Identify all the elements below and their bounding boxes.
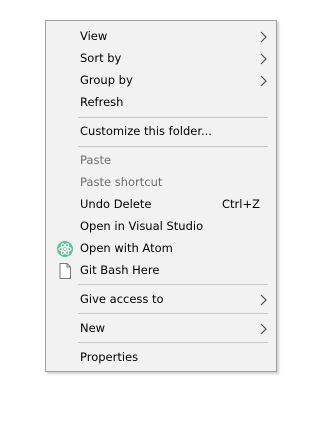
menu-item-label: Customize this folder... bbox=[80, 124, 212, 138]
menu-item-label: Refresh bbox=[80, 95, 124, 109]
menu-item-label: Give access to bbox=[80, 292, 164, 306]
menu-item-group-by[interactable]: Group by bbox=[46, 70, 276, 92]
menu-item-label: View bbox=[80, 29, 108, 43]
document-icon bbox=[59, 263, 71, 279]
menu-separator bbox=[78, 342, 268, 343]
menu-item-sort-by[interactable]: Sort by bbox=[46, 48, 276, 70]
menu-item-open-with-atom[interactable]: Open with Atom bbox=[46, 238, 276, 260]
menu-item-label: Group by bbox=[80, 73, 133, 87]
chevron-right-icon bbox=[260, 31, 267, 43]
menu-item-view[interactable]: View bbox=[46, 26, 276, 48]
menu-item-label: Sort by bbox=[80, 51, 122, 65]
menu-separator bbox=[78, 313, 268, 314]
menu-item-label: Paste bbox=[80, 153, 112, 167]
menu-separator bbox=[78, 117, 268, 118]
menu-item-label: Undo Delete bbox=[80, 197, 152, 211]
atom-icon bbox=[57, 241, 73, 257]
menu-item-open-in-visual-studio[interactable]: Open in Visual Studio bbox=[46, 216, 276, 238]
menu-item-undo-delete[interactable]: Undo Delete Ctrl+Z bbox=[46, 194, 276, 216]
menu-item-label: Paste shortcut bbox=[80, 175, 163, 189]
chevron-right-icon bbox=[260, 294, 267, 306]
chevron-right-icon bbox=[260, 53, 267, 65]
menu-item-label: Open with Atom bbox=[80, 241, 173, 255]
menu-separator bbox=[78, 284, 268, 285]
shortcut-label: Ctrl+Z bbox=[222, 197, 260, 211]
menu-item-refresh[interactable]: Refresh bbox=[46, 92, 276, 114]
chevron-right-icon bbox=[260, 323, 267, 335]
menu-item-properties[interactable]: Properties bbox=[46, 347, 276, 369]
menu-item-paste: Paste bbox=[46, 150, 276, 172]
menu-item-paste-shortcut: Paste shortcut bbox=[46, 172, 276, 194]
menu-item-label: Git Bash Here bbox=[80, 263, 160, 277]
menu-item-label: Open in Visual Studio bbox=[80, 219, 204, 233]
menu-item-git-bash-here[interactable]: Git Bash Here bbox=[46, 260, 276, 282]
menu-item-label: New bbox=[80, 321, 106, 335]
context-menu: View Sort by Group by Refresh Customize … bbox=[45, 20, 277, 372]
menu-item-new[interactable]: New bbox=[46, 318, 276, 340]
menu-item-customize-folder[interactable]: Customize this folder... bbox=[46, 121, 276, 143]
menu-item-give-access-to[interactable]: Give access to bbox=[46, 289, 276, 311]
menu-separator bbox=[78, 146, 268, 147]
chevron-right-icon bbox=[260, 75, 267, 87]
menu-item-label: Properties bbox=[80, 350, 139, 364]
